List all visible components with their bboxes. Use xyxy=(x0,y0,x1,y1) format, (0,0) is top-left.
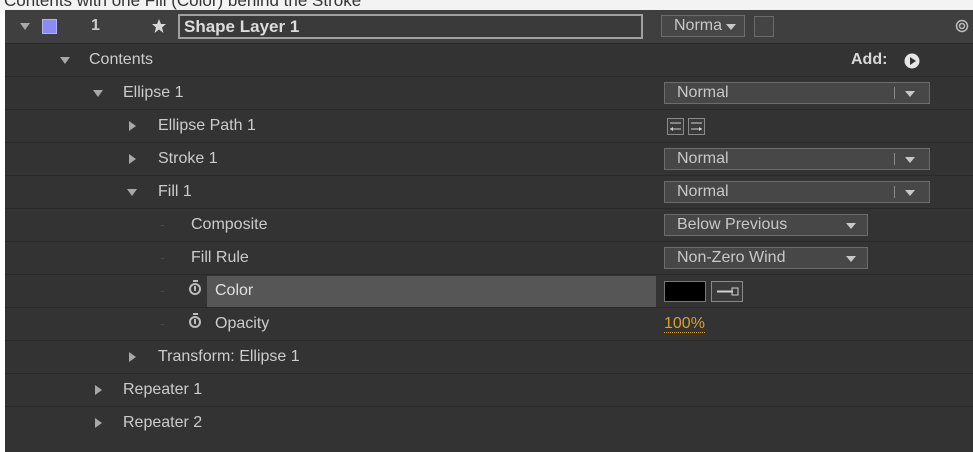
chevron-down-icon xyxy=(846,256,856,262)
contents-expand-toggle-icon[interactable] xyxy=(60,57,70,64)
layer-number: 1 xyxy=(91,17,100,34)
stroke-label: Stroke 1 xyxy=(158,150,218,167)
chevron-down-icon xyxy=(905,190,915,196)
repeater-2-label: Repeater 2 xyxy=(123,414,203,431)
fill-rule-row[interactable]: Fill Rule Non-Zero Wind xyxy=(5,241,973,274)
spiral-icon[interactable] xyxy=(955,19,969,33)
contents-row[interactable]: Contents Add: xyxy=(5,43,973,76)
dropdown-separator xyxy=(894,87,895,99)
color-row[interactable]: Color xyxy=(5,274,973,307)
ellipse-path-row[interactable]: Ellipse Path 1 xyxy=(5,109,973,142)
stopwatch-icon[interactable] xyxy=(189,313,201,328)
repeater-2-row[interactable]: Repeater 2 xyxy=(5,406,973,439)
repeater-1-row[interactable]: Repeater 1 xyxy=(5,373,973,406)
track-matte-box[interactable] xyxy=(754,16,774,37)
ellipse-path-expand-toggle-icon[interactable] xyxy=(129,121,136,131)
stroke-blend-mode-dropdown[interactable]: Normal xyxy=(664,148,930,170)
tree-guide-dot xyxy=(161,291,164,292)
fill-row[interactable]: Fill 1 Normal xyxy=(5,175,973,208)
stroke-blend-mode-value: Normal xyxy=(677,150,729,167)
transform-label: Transform: Ellipse 1 xyxy=(158,348,300,365)
ellipse-path-label: Ellipse Path 1 xyxy=(158,117,256,134)
repeater-2-expand-toggle-icon[interactable] xyxy=(95,418,102,428)
ellipse-group-row[interactable]: Ellipse 1 Normal xyxy=(5,76,973,109)
chevron-down-icon xyxy=(726,24,736,30)
fill-rule-label: Fill Rule xyxy=(191,249,249,266)
tree-guide-dot xyxy=(161,258,164,259)
fill-blend-mode-value: Normal xyxy=(677,183,729,200)
eyedropper-icon[interactable] xyxy=(711,281,743,302)
chevron-down-icon xyxy=(905,91,915,97)
opacity-value[interactable]: 100% xyxy=(664,315,705,333)
path-reverse-icon[interactable] xyxy=(688,118,705,135)
chevron-down-icon xyxy=(905,157,915,163)
dropdown-separator xyxy=(894,186,895,198)
color-swatch[interactable] xyxy=(664,281,706,302)
layer-blend-mode-value: Norma xyxy=(674,17,723,34)
transform-row[interactable]: Transform: Ellipse 1 xyxy=(5,340,973,373)
add-label: Add: xyxy=(851,51,888,68)
fill-rule-value: Non-Zero Wind xyxy=(677,249,786,266)
fill-label: Fill 1 xyxy=(158,183,192,200)
layer-expand-toggle-icon[interactable] xyxy=(20,23,30,30)
color-row-highlight xyxy=(207,276,656,307)
path-direction-icon[interactable] xyxy=(667,118,684,135)
ellipse-group-blend-mode-value: Normal xyxy=(677,84,729,101)
composite-value: Below Previous xyxy=(677,216,788,233)
repeater-1-expand-toggle-icon[interactable] xyxy=(95,385,102,395)
tree-guide-dot xyxy=(161,225,164,226)
stroke-row[interactable]: Stroke 1 Normal xyxy=(5,142,973,175)
timeline-layer-panel: 1 Shape Layer 1 Norma Contents Add: Elli… xyxy=(5,10,973,452)
composite-row[interactable]: Composite Below Previous xyxy=(5,208,973,241)
opacity-label: Opacity xyxy=(215,315,270,332)
fill-rule-dropdown[interactable]: Non-Zero Wind xyxy=(664,247,868,269)
opacity-row[interactable]: Opacity 100% xyxy=(5,307,973,340)
composite-label: Composite xyxy=(191,216,268,233)
layer-name: Shape Layer 1 xyxy=(184,17,300,36)
chevron-down-icon xyxy=(846,223,856,229)
stroke-expand-toggle-icon[interactable] xyxy=(129,154,136,164)
repeater-1-label: Repeater 1 xyxy=(123,381,203,398)
fill-expand-toggle-icon[interactable] xyxy=(127,189,137,196)
ellipse-group-label: Ellipse 1 xyxy=(123,84,184,101)
ellipse-group-blend-mode-dropdown[interactable]: Normal xyxy=(664,82,930,104)
layer-row[interactable]: 1 Shape Layer 1 Norma xyxy=(5,10,973,43)
star-icon xyxy=(152,19,166,33)
add-menu-play-icon[interactable] xyxy=(904,53,920,69)
contents-label: Contents xyxy=(89,51,154,68)
fill-blend-mode-dropdown[interactable]: Normal xyxy=(664,181,930,203)
ellipse-group-expand-toggle-icon[interactable] xyxy=(93,90,103,97)
layer-label-color[interactable] xyxy=(42,19,57,34)
top-strip: Contents with one Fill (Color) behind th… xyxy=(0,0,973,10)
transform-expand-toggle-icon[interactable] xyxy=(129,352,136,362)
composite-dropdown[interactable]: Below Previous xyxy=(664,214,868,236)
top-strip-text: Contents with one Fill (Color) behind th… xyxy=(4,0,362,10)
tree-guide-dot xyxy=(161,324,164,325)
stopwatch-icon[interactable] xyxy=(189,280,201,295)
layer-blend-mode-dropdown[interactable]: Norma xyxy=(661,15,745,37)
dropdown-separator xyxy=(894,153,895,165)
layer-name-field[interactable]: Shape Layer 1 xyxy=(178,14,643,39)
color-label: Color xyxy=(215,282,254,299)
